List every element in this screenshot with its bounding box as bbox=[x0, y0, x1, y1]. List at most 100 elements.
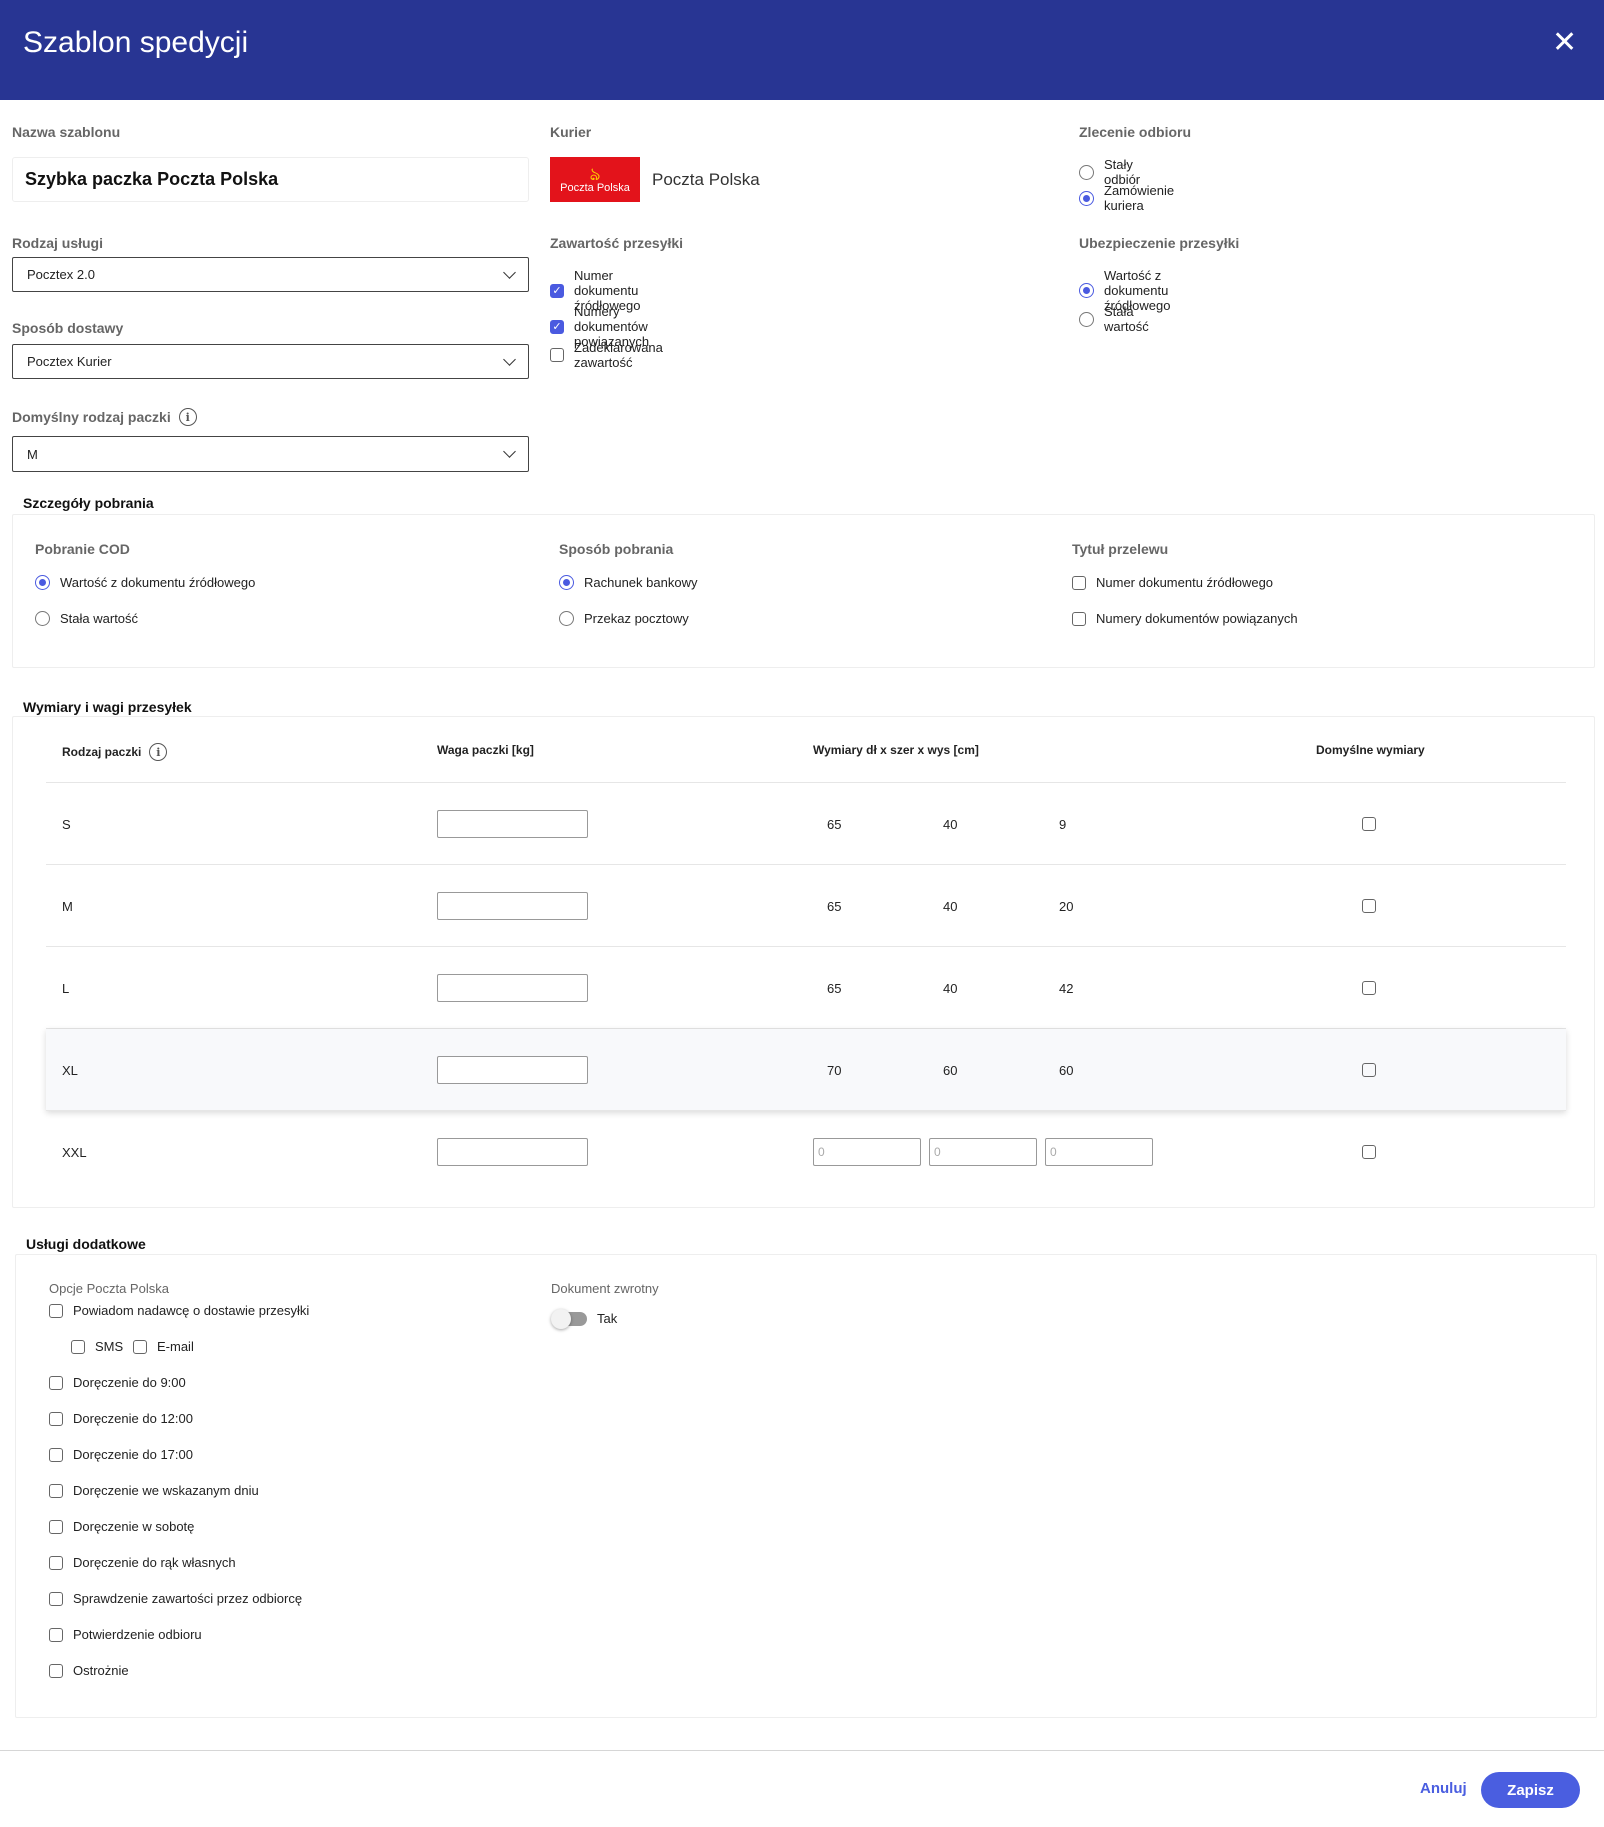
extra-service-option-label: Doręczenie do rąk własnych bbox=[73, 1555, 236, 1570]
checkbox[interactable] bbox=[1072, 611, 1086, 626]
cod-option[interactable]: Stała wartość bbox=[35, 611, 138, 626]
package-type: S bbox=[62, 816, 71, 832]
weight-input[interactable] bbox=[437, 892, 588, 920]
return-document-toggle[interactable]: Tak bbox=[551, 1308, 618, 1329]
radio-button[interactable] bbox=[1079, 164, 1094, 180]
checkbox[interactable] bbox=[49, 1483, 63, 1498]
extra-service-option[interactable]: Doręczenie do 9:00 bbox=[49, 1375, 186, 1390]
package-type: M bbox=[62, 898, 73, 914]
extra-service-option[interactable]: Doręczenie we wskazanym dniu bbox=[49, 1483, 259, 1498]
dimension-l: 65 bbox=[827, 980, 842, 996]
checkbox[interactable] bbox=[49, 1447, 63, 1462]
sms-option-label: SMS bbox=[95, 1339, 124, 1354]
notify-sender-option[interactable]: Powiadom nadawcę o dostawie przesyłki bbox=[49, 1303, 309, 1318]
cod-section: Pobranie COD Wartość z dokumentu źródłowe… bbox=[12, 514, 1595, 668]
service-value: Pocztex 2.0 bbox=[27, 267, 95, 282]
weight-input[interactable] bbox=[437, 810, 588, 838]
weight-cell bbox=[437, 783, 588, 865]
cod-option[interactable]: Przekaz pocztowy bbox=[559, 611, 689, 626]
checkbox[interactable] bbox=[550, 348, 564, 362]
info-icon[interactable]: i bbox=[178, 408, 197, 426]
checkbox[interactable] bbox=[1072, 575, 1086, 590]
extra-service-option[interactable]: Ostrożnie bbox=[49, 1663, 129, 1678]
weight-input[interactable] bbox=[437, 1056, 588, 1084]
radio-button[interactable] bbox=[35, 611, 50, 626]
service-select[interactable]: Pocztex 2.0 bbox=[12, 257, 529, 292]
table-row: M 65 40 20 bbox=[46, 865, 1566, 947]
dialog-title: Szablon spedycji bbox=[23, 26, 249, 59]
checkbox[interactable] bbox=[49, 1411, 63, 1426]
toggle-switch[interactable] bbox=[551, 1308, 587, 1329]
checkbox[interactable] bbox=[49, 1519, 63, 1534]
checkbox[interactable]: ✓ bbox=[550, 283, 564, 298]
dimension-input-h[interactable]: 0 bbox=[1045, 1138, 1153, 1166]
dimension-input-l[interactable]: 0 bbox=[813, 1138, 921, 1166]
dimension-w: 40 bbox=[943, 898, 958, 914]
cod-option[interactable]: Numer dokumentu źródłowego bbox=[1072, 575, 1273, 590]
service-label: Rodzaj usługi bbox=[12, 235, 103, 251]
pickup-option[interactable]: Zamówienie kuriera bbox=[1079, 183, 1174, 213]
checkbox[interactable] bbox=[71, 1339, 85, 1354]
default-dimensions-checkbox[interactable] bbox=[1362, 1063, 1376, 1077]
radio-button[interactable] bbox=[1079, 190, 1094, 206]
extra-service-option-label: Potwierdzenie odbioru bbox=[73, 1627, 202, 1642]
cod-option[interactable]: Rachunek bankowy bbox=[559, 575, 697, 590]
cod-option[interactable]: Wartość z dokumentu źródłowego bbox=[35, 575, 255, 590]
radio-button[interactable] bbox=[1079, 283, 1094, 298]
cod-option-label: Numery dokumentów powiązanych bbox=[1096, 611, 1298, 626]
extra-service-option[interactable]: Doręczenie do 12:00 bbox=[49, 1411, 193, 1426]
cancel-button[interactable]: Anuluj bbox=[1420, 1780, 1467, 1797]
checkbox[interactable] bbox=[49, 1555, 63, 1570]
close-icon[interactable]: ✕ bbox=[1552, 28, 1577, 58]
default-dimensions-checkbox[interactable] bbox=[1362, 817, 1376, 831]
weight-cell bbox=[437, 1111, 588, 1193]
default-package-select[interactable]: M bbox=[12, 436, 529, 472]
checkbox[interactable] bbox=[49, 1627, 63, 1642]
weight-cell bbox=[437, 1029, 588, 1111]
checkbox[interactable] bbox=[133, 1339, 147, 1354]
radio-button[interactable] bbox=[1079, 311, 1094, 327]
extra-service-option[interactable]: Doręczenie w sobotę bbox=[49, 1519, 194, 1534]
pickup-option-label: Zamówienie kuriera bbox=[1104, 183, 1175, 213]
template-name-input[interactable]: Szybka paczka Poczta Polska bbox=[12, 157, 529, 202]
radio-button[interactable] bbox=[559, 611, 574, 626]
chevron-down-icon bbox=[503, 265, 516, 279]
checkbox[interactable] bbox=[49, 1663, 63, 1678]
extras-section: Opcje Poczta Polska Powiadom nadawcę o do… bbox=[15, 1254, 1597, 1718]
checkbox[interactable] bbox=[49, 1591, 63, 1606]
extra-service-option[interactable]: Doręczenie do 17:00 bbox=[49, 1447, 193, 1462]
email-option[interactable]: E-mail bbox=[133, 1339, 194, 1354]
toggle-label: Tak bbox=[597, 1311, 618, 1326]
cod-option-label: Rachunek bankowy bbox=[584, 575, 698, 590]
dimension-input-w[interactable]: 0 bbox=[929, 1138, 1037, 1166]
package-type: XXL bbox=[62, 1144, 87, 1160]
checkbox[interactable] bbox=[49, 1303, 63, 1318]
dimension-h: 9 bbox=[1059, 816, 1067, 832]
save-button[interactable]: Zapisz bbox=[1481, 1772, 1580, 1808]
sms-option[interactable]: SMS bbox=[71, 1339, 123, 1354]
checkbox[interactable] bbox=[49, 1375, 63, 1390]
info-icon[interactable]: i bbox=[149, 743, 168, 761]
radio-button[interactable] bbox=[35, 575, 50, 590]
extra-service-option[interactable]: Doręczenie do rąk własnych bbox=[49, 1555, 236, 1570]
extra-service-option[interactable]: Sprawdzenie zawartości przez odbiorcę bbox=[49, 1591, 302, 1606]
weight-input[interactable] bbox=[437, 1138, 588, 1166]
default-dimensions-checkbox[interactable] bbox=[1362, 1145, 1376, 1159]
dimension-l: 65 bbox=[827, 898, 842, 914]
table-header-dims: Wymiary dł x szer x wys [cm] bbox=[813, 743, 979, 757]
dimension-h: 20 bbox=[1059, 898, 1074, 914]
radio-button[interactable] bbox=[559, 575, 574, 590]
dimension-l: 70 bbox=[827, 1062, 842, 1078]
weight-input[interactable] bbox=[437, 974, 588, 1002]
checkbox[interactable]: ✓ bbox=[550, 319, 564, 334]
default-dimensions-checkbox[interactable] bbox=[1362, 899, 1376, 913]
default-dimensions-checkbox[interactable] bbox=[1362, 981, 1376, 995]
cod-option[interactable]: Numery dokumentów powiązanych bbox=[1072, 611, 1298, 626]
notify-sender-option-label: Powiadom nadawcę o dostawie przesyłki bbox=[73, 1303, 310, 1318]
dimension-cell: 0 bbox=[1045, 1111, 1153, 1193]
contents-option[interactable]: Zadeklarowana zawartość bbox=[550, 340, 663, 370]
extra-service-option[interactable]: Potwierdzenie odbioru bbox=[49, 1627, 202, 1642]
cod-column-label: Pobranie COD bbox=[35, 541, 130, 557]
insurance-option[interactable]: Stała wartość bbox=[1079, 304, 1149, 334]
delivery-select[interactable]: Pocztex Kurier bbox=[12, 344, 529, 379]
